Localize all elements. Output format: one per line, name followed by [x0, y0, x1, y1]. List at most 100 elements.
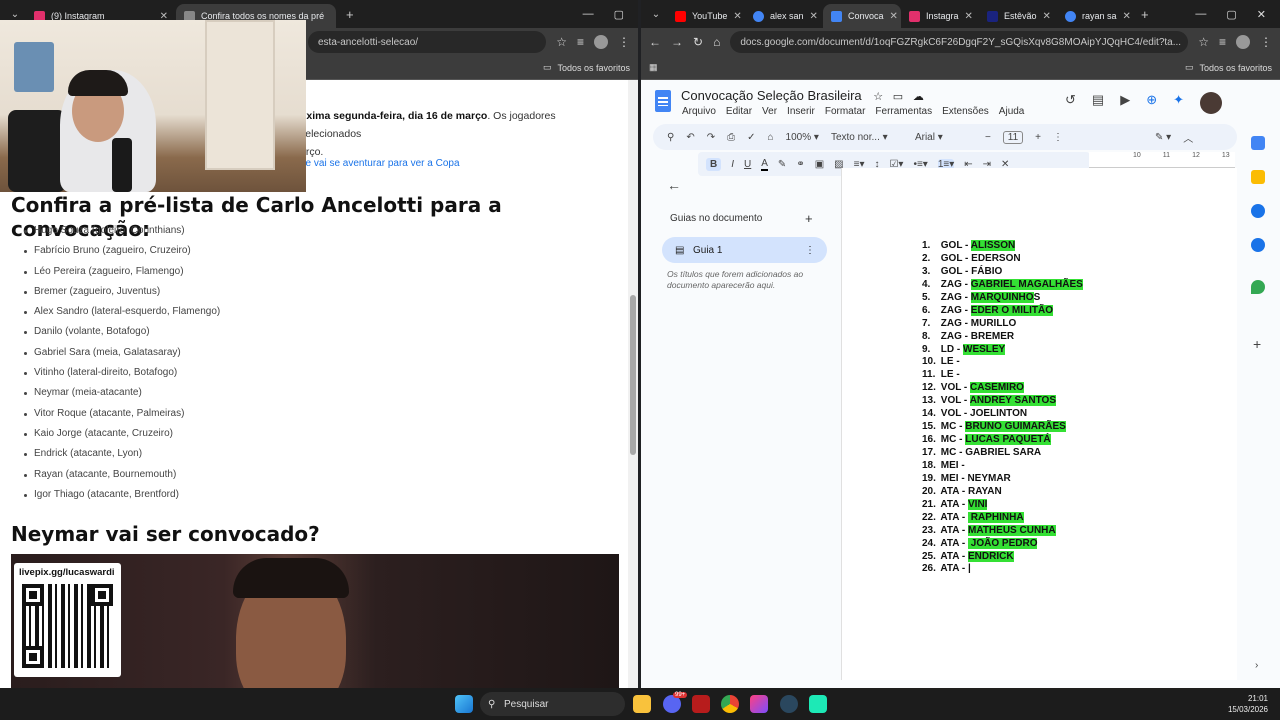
list-item[interactable]: 15. MC - BRUNO GUIMARÃES [922, 421, 1083, 434]
add-tab-icon[interactable]: + [805, 211, 813, 226]
menu-editar[interactable]: Editar [726, 106, 752, 117]
menu-extensoes[interactable]: Extensões [942, 106, 989, 117]
close-icon[interactable]: ✕ [1043, 11, 1051, 22]
font-size-input[interactable]: 11 [1002, 130, 1024, 144]
menu-arquivo[interactable]: Arquivo [682, 106, 716, 117]
tab-alex-sandro[interactable]: alex san ✕ [745, 4, 823, 28]
home-icon[interactable]: ⌂ [713, 35, 720, 49]
move-icon[interactable]: ▭ [893, 91, 903, 103]
text-color-icon[interactable]: A [761, 158, 768, 171]
list-item[interactable]: 20. ATA - RAYAN [922, 486, 1083, 499]
share-icon[interactable]: ⊕ [1146, 92, 1157, 114]
list-item[interactable]: 9. LD - WESLEY [922, 343, 1083, 357]
search-menus-icon[interactable]: ⚲ [667, 132, 674, 143]
address-bar[interactable]: docs.google.com/document/d/1oqFGZRgkC6F2… [730, 31, 1189, 53]
list-item[interactable]: 18. MEI - [922, 460, 1083, 473]
close-icon[interactable]: ✕ [733, 11, 741, 22]
tab-convocacao[interactable]: Convoca ✕ [823, 4, 901, 28]
app-icon[interactable] [692, 695, 710, 713]
app3-icon[interactable] [809, 695, 827, 713]
font-size-increase[interactable]: + [1035, 132, 1041, 143]
spellcheck-icon[interactable]: ✓ [747, 132, 755, 143]
list-item[interactable]: 5. ZAG - MARQUINHOS [922, 291, 1083, 305]
list-item[interactable]: 2. GOL - EDERSON [922, 253, 1083, 266]
new-tab-icon[interactable]: + [346, 7, 354, 22]
tab-search-chevron-icon[interactable]: ⌄ [4, 9, 26, 20]
history-icon[interactable]: ↺ [1065, 92, 1076, 114]
back-arrow-icon[interactable]: ← [667, 177, 681, 193]
list-item[interactable]: 22. ATA - RAPHINHA [922, 511, 1083, 525]
collapse-toolbar-icon[interactable]: ︿ [1183, 130, 1193, 145]
menu-icon[interactable]: ⋮ [618, 35, 630, 49]
tab-rayan[interactable]: rayan sa ✕ [1057, 4, 1135, 28]
list-item[interactable]: 1. GOL - ALISSON [922, 240, 1083, 253]
list-item[interactable]: 16. MC - LUCAS PAQUETÁ [922, 434, 1083, 447]
forward-icon[interactable]: → [671, 35, 683, 49]
more-options-icon[interactable]: ⋮ [1053, 132, 1063, 143]
list-item[interactable]: 21. ATA - VINI [922, 498, 1083, 512]
expand-panel-icon[interactable]: › [1255, 660, 1258, 671]
highlight-icon[interactable]: ✎ [778, 159, 786, 170]
document-page[interactable]: 1. GOL - ALISSON 2. GOL - EDERSON 3. GOL -… [841, 168, 1237, 680]
all-bookmarks-label[interactable]: Todos os favoritos [557, 63, 630, 73]
reload-icon[interactable]: ↻ [693, 35, 703, 49]
menu-formatar[interactable]: Formatar [825, 106, 866, 117]
list-item[interactable]: 13. VOL - ANDREY SANTOS [922, 395, 1083, 408]
star-icon[interactable]: ☆ [873, 91, 883, 103]
add-addon-icon[interactable]: + [1253, 336, 1261, 352]
star-icon[interactable]: ☆ [1198, 35, 1209, 49]
list-item[interactable]: 3. GOL - FÁBIO [922, 266, 1083, 279]
list-item[interactable]: 12. VOL - CASEMIRO [922, 382, 1083, 395]
bold-icon[interactable]: B [706, 157, 722, 171]
file-explorer-icon[interactable] [633, 695, 651, 713]
horizontal-ruler[interactable]: 10 11 12 13 [1089, 152, 1235, 168]
list-item[interactable]: 26. ATA - | [922, 563, 1083, 576]
docs-logo-icon[interactable] [655, 90, 671, 112]
star-icon[interactable]: ☆ [556, 35, 567, 49]
menu-ferramentas[interactable]: Ferramentas [875, 106, 932, 117]
menu-icon[interactable]: ⋮ [1260, 35, 1272, 49]
close-icon[interactable]: ✕ [810, 11, 818, 22]
menu-ver[interactable]: Ver [762, 106, 777, 117]
tasks-icon[interactable] [1251, 204, 1265, 218]
list-item[interactable]: 6. ZAG - EDER O MILITÃO [922, 304, 1083, 318]
profile-avatar[interactable] [594, 35, 608, 49]
font-select[interactable]: Arial ▾ [915, 132, 973, 143]
list-item[interactable]: 8. ZAG - BREMER [922, 331, 1083, 344]
list-item[interactable]: 23. ATA - MATHEUS CUNHA [922, 524, 1083, 538]
tab-search-chevron-icon[interactable]: ⌄ [645, 9, 667, 20]
tab-instagram[interactable]: Instagra ✕ [901, 4, 979, 28]
comment-icon[interactable]: ▣ [815, 159, 824, 170]
maps-icon[interactable] [1251, 280, 1265, 294]
all-bookmarks-label[interactable]: Todos os favoritos [1199, 63, 1272, 73]
tab-youtube[interactable]: YouTube ✕ [667, 4, 745, 28]
tab-estevao[interactable]: Estêvão ✕ [979, 4, 1057, 28]
list-item[interactable]: 24. ATA - JOÃO PEDRO [922, 537, 1083, 551]
article-link[interactable]: ue vai se aventurar para ver a Copa [300, 158, 460, 169]
comments-icon[interactable]: ▤ [1092, 92, 1104, 114]
font-size-decrease[interactable]: − [985, 132, 991, 143]
list-item[interactable]: 10. LE - [922, 356, 1083, 369]
windows-start-icon[interactable] [455, 695, 473, 713]
reading-list-icon[interactable]: ≡ [577, 35, 584, 49]
profile-avatar[interactable] [1236, 35, 1250, 49]
reading-list-icon[interactable]: ≡ [1219, 35, 1226, 49]
list-item[interactable]: 7. ZAG - MURILLO [922, 318, 1083, 331]
close-icon[interactable]: ✕ [1123, 11, 1131, 22]
doc-title[interactable]: Convocação Seleção Brasileira ☆ ▭ ☁ [681, 88, 924, 103]
list-item[interactable]: 11. LE - [922, 369, 1083, 382]
close-icon[interactable]: ✕ [890, 11, 898, 22]
paint-format-icon[interactable]: ⌂ [768, 132, 774, 143]
minimize-icon[interactable]: — [1195, 8, 1206, 21]
calendar-icon[interactable] [1251, 136, 1265, 150]
page-scrollbar[interactable] [628, 80, 638, 688]
account-avatar[interactable] [1200, 92, 1222, 114]
zoom-select[interactable]: 100% ▾ [786, 132, 819, 143]
link-icon[interactable]: ⚭ [796, 159, 804, 170]
minimize-icon[interactable]: — [583, 8, 594, 21]
tab-options-icon[interactable]: ⋮ [805, 245, 815, 256]
menu-ajuda[interactable]: Ajuda [999, 106, 1025, 117]
address-bar[interactable]: esta-ancelotti-selecao/ [308, 31, 547, 53]
scrollbar-thumb[interactable] [630, 295, 636, 455]
convocation-list[interactable]: 1. GOL - ALISSON 2. GOL - EDERSON 3. GOL -… [922, 240, 1083, 576]
